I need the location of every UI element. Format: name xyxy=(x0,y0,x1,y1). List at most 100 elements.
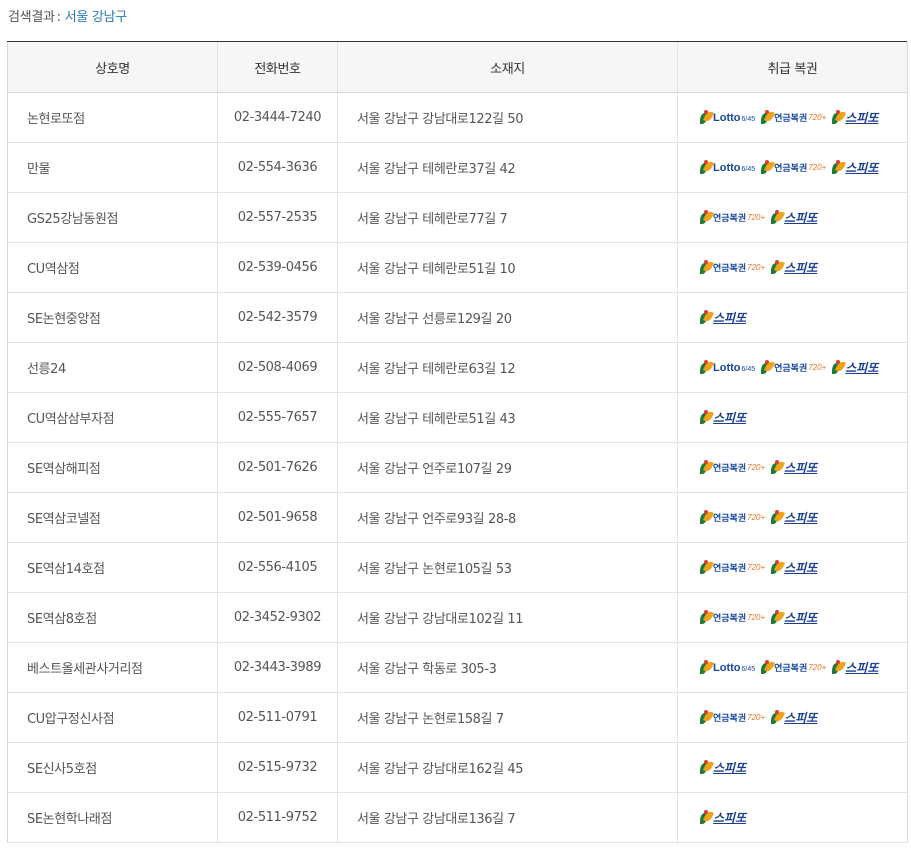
table-row: SE신사5호점 02-515-9732 서울 강남구 강남대로162길 45 스피또 xyxy=(7,742,908,793)
lottery-badge-word: 스피또 xyxy=(784,211,818,225)
lottery-leaf-icon xyxy=(700,109,714,126)
lottery-badge-word: 스피또 xyxy=(845,361,879,375)
table-row: SE역삼코넬점 02-501-9658 서울 강남구 언주로93길 28-8 연금복권… xyxy=(7,492,908,543)
shop-address-cell: 서울 강남구 강남대로122길 50 xyxy=(337,92,678,143)
lottery-badge-group: 연금복권 720+ 스피또 xyxy=(700,458,907,478)
lottery-badge-sub: 720+ xyxy=(747,513,766,522)
lottery-badge-word: 연금복권 xyxy=(774,363,808,373)
speetto-logo-icon: 스피또 xyxy=(771,458,817,478)
shop-phone-cell: 02-501-7626 xyxy=(217,442,338,493)
lottery-badge-sub: 720+ xyxy=(747,563,766,572)
shop-address-cell: 서울 강남구 강남대로162길 45 xyxy=(337,742,678,793)
lottery-types-cell: 연금복권 720+ 스피또 xyxy=(677,192,908,243)
shop-name-cell: SE신사5호점 xyxy=(7,742,218,793)
lottery-leaf-icon xyxy=(700,809,714,826)
lottery-badge-sub: 720+ xyxy=(747,213,766,222)
lottery-badge-group: Lotto 6/45 연금복권 720+ 스피또 xyxy=(700,658,907,678)
shop-phone-cell: 02-511-9752 xyxy=(217,792,338,843)
lottery-badge-word: 연금복권 xyxy=(713,513,747,523)
lottery-badge-sub: 720+ xyxy=(747,713,766,722)
lottery-badge-group: 스피또 xyxy=(700,808,907,828)
shop-address-cell: 서울 강남구 테헤란로51길 43 xyxy=(337,392,678,443)
lottery-leaf-icon xyxy=(771,209,786,226)
lottery-badge-word: 스피또 xyxy=(713,761,747,775)
shop-phone-cell: 02-555-7657 xyxy=(217,392,338,443)
shop-name-cell: 선릉24 xyxy=(7,342,218,393)
lottery-types-cell: 연금복권 720+ 스피또 xyxy=(677,542,908,593)
speetto-logo-icon: 스피또 xyxy=(700,308,746,328)
lottery-badge-word: 스피또 xyxy=(845,661,879,675)
shop-address-cell: 서울 강남구 선릉로129길 20 xyxy=(337,292,678,343)
shop-address-cell: 서울 강남구 테헤란로37길 42 xyxy=(337,142,678,193)
lottery-badge-word: 연금복권 xyxy=(774,663,808,673)
table-row: CU압구정신사점 02-511-0791 서울 강남구 논현로158길 7 연금복권 7… xyxy=(7,692,908,743)
lottery-leaf-icon xyxy=(771,509,786,526)
speetto-logo-icon: 스피또 xyxy=(771,208,817,228)
lottery-types-cell: 연금복권 720+ 스피또 xyxy=(677,592,908,643)
lottery-types-cell: Lotto 6/45 연금복권 720+ 스피또 xyxy=(677,142,908,193)
speetto-logo-icon: 스피또 xyxy=(832,158,878,178)
search-result-summary: 검색결과: 서울 강남구 xyxy=(8,6,127,25)
speetto-logo-icon: 스피또 xyxy=(771,708,817,728)
lottery-badge-group: 연금복권 720+ 스피또 xyxy=(700,608,907,628)
lottery-types-cell: 스피또 xyxy=(677,292,908,343)
lottery-badge-word: 연금복권 xyxy=(713,263,747,273)
shop-name-cell: CU역삼삼부자점 xyxy=(7,392,218,443)
lottery-types-cell: 연금복권 720+ 스피또 xyxy=(677,442,908,493)
lottery-badge-word: 스피또 xyxy=(713,411,747,425)
lottery-leaf-icon xyxy=(700,709,714,726)
lottery-badge-word: 연금복권 xyxy=(774,163,808,173)
lottery-leaf-icon xyxy=(832,659,847,676)
lottery-leaf-icon xyxy=(761,159,776,176)
lottery-badge-group: 연금복권 720+ 스피또 xyxy=(700,708,907,728)
lottery-badge-word: Lotto xyxy=(713,361,741,374)
shop-name-cell: SE논현중앙점 xyxy=(7,292,218,343)
lottery-badge-sub: 6/45 xyxy=(741,365,756,373)
lottery-badge-sub: 720+ xyxy=(747,263,766,272)
shop-phone-cell: 02-3443-3989 xyxy=(217,642,338,693)
lottery-leaf-icon xyxy=(771,459,786,476)
lottery-badge-group: 스피또 xyxy=(700,308,907,328)
column-header-name: 상호명 xyxy=(7,41,218,93)
lottery-leaf-icon xyxy=(761,659,776,676)
lottery-badge-word: 스피또 xyxy=(845,161,879,175)
speetto-logo-icon: 스피또 xyxy=(771,608,817,628)
shop-address-cell: 서울 강남구 논현로105길 53 xyxy=(337,542,678,593)
table-body: 논현로또점 02-3444-7240 서울 강남구 강남대로122길 50 Lotto… xyxy=(7,92,908,843)
table-row: SE논현학나래점 02-511-9752 서울 강남구 강남대로136길 7 스피또 xyxy=(7,792,908,843)
lottery-types-cell: Lotto 6/45 연금복권 720+ 스피또 xyxy=(677,342,908,393)
shop-phone-cell: 02-3444-7240 xyxy=(217,92,338,143)
shop-phone-cell: 02-542-3579 xyxy=(217,292,338,343)
table-row: SE역삼8호점 02-3452-9302 서울 강남구 강남대로102길 11 연금복… xyxy=(7,592,908,643)
shop-name-cell: 만물 xyxy=(7,142,218,193)
lottery-badge-word: 스피또 xyxy=(713,311,747,325)
pension-lottery-logo-icon: 연금복권 720+ xyxy=(761,158,826,178)
lottery-types-cell: 연금복권 720+ 스피또 xyxy=(677,492,908,543)
table-row: 만물 02-554-3636 서울 강남구 테헤란로37길 42 Lotto 6/45 연… xyxy=(7,142,908,193)
lottery-badge-word: 연금복권 xyxy=(713,463,747,473)
lottery-badge-word: 연금복권 xyxy=(713,713,747,723)
lottery-badge-word: 스피또 xyxy=(784,561,818,575)
shop-phone-cell: 02-515-9732 xyxy=(217,742,338,793)
lottery-leaf-icon xyxy=(771,559,786,576)
lottery-types-cell: 스피또 xyxy=(677,392,908,443)
pension-lottery-logo-icon: 연금복권 720+ xyxy=(761,108,826,128)
lotto-logo-icon: Lotto 6/45 xyxy=(700,108,755,128)
shop-name-cell: 논현로또점 xyxy=(7,92,218,143)
lottery-badge-group: 연금복권 720+ 스피또 xyxy=(700,558,907,578)
shop-name-cell: CU압구정신사점 xyxy=(7,692,218,743)
lottery-types-cell: 연금복권 720+ 스피또 xyxy=(677,692,908,743)
lottery-leaf-icon xyxy=(771,259,786,276)
lottery-leaf-icon xyxy=(700,309,714,326)
column-header-phone: 전화번호 xyxy=(217,41,338,93)
lottery-badge-group: Lotto 6/45 연금복권 720+ 스피또 xyxy=(700,108,907,128)
speetto-logo-icon: 스피또 xyxy=(771,258,817,278)
lottery-badge-word: 스피또 xyxy=(784,611,818,625)
column-header-lottery: 취급 복권 xyxy=(677,41,908,93)
lottery-badge-sub: 720+ xyxy=(747,463,766,472)
shop-phone-cell: 02-3452-9302 xyxy=(217,592,338,643)
shop-name-cell: GS25강남동원점 xyxy=(7,192,218,243)
lottery-badge-word: Lotto xyxy=(713,111,741,124)
lottery-types-cell: 스피또 xyxy=(677,792,908,843)
shop-address-cell: 서울 강남구 논현로158길 7 xyxy=(337,692,678,743)
